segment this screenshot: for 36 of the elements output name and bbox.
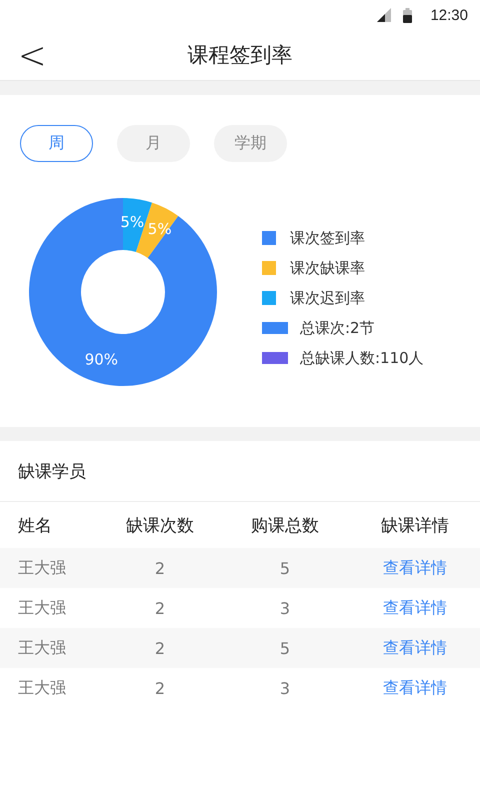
- table-cell: 王大强: [18, 638, 66, 658]
- legend-label: 总缺课人数:110人: [300, 348, 424, 368]
- back-button[interactable]: <: [12, 34, 52, 78]
- legend-label: 总课次:2节: [300, 318, 375, 338]
- table-cell: 2: [154, 598, 166, 618]
- table-cell: 2: [154, 558, 166, 578]
- details-link[interactable]: 查看详情: [383, 638, 447, 656]
- details-link[interactable]: 查看详情: [383, 678, 447, 696]
- slice-label: 5%: [120, 212, 144, 231]
- table-cell: 王大强: [18, 598, 66, 618]
- legend-label: 课次签到率: [290, 228, 365, 248]
- table-cell: 3: [280, 678, 290, 698]
- slice-label: 90%: [84, 350, 118, 369]
- table-cell: 3: [280, 598, 290, 618]
- table-cell: 5: [280, 558, 290, 578]
- battery-icon: [403, 8, 412, 22]
- column-header: 姓名: [18, 514, 52, 536]
- details-link[interactable]: 查看详情: [383, 558, 447, 576]
- section-title: 缺课学员: [18, 460, 86, 482]
- period-tab[interactable]: 月: [117, 125, 190, 162]
- table-cell: 5: [280, 638, 290, 658]
- table-cell: 王大强: [18, 558, 66, 578]
- legend-label: 课次迟到率: [290, 288, 365, 308]
- page-title: 课程签到率: [188, 42, 292, 69]
- column-header: 购课总数: [251, 514, 319, 536]
- table-cell: 2: [154, 678, 166, 698]
- table-cell: 2: [154, 638, 166, 658]
- status-time: 12:30: [430, 6, 468, 24]
- column-header: 缺课详情: [381, 514, 449, 536]
- table-cell: 王大强: [18, 678, 66, 698]
- details-link[interactable]: 查看详情: [383, 598, 447, 616]
- signal-icon: [377, 8, 392, 22]
- legend-label: 课次缺课率: [290, 258, 365, 278]
- period-tab[interactable]: 学期: [214, 125, 287, 162]
- period-tab[interactable]: 周: [20, 125, 93, 162]
- column-header: 缺课次数: [126, 514, 194, 536]
